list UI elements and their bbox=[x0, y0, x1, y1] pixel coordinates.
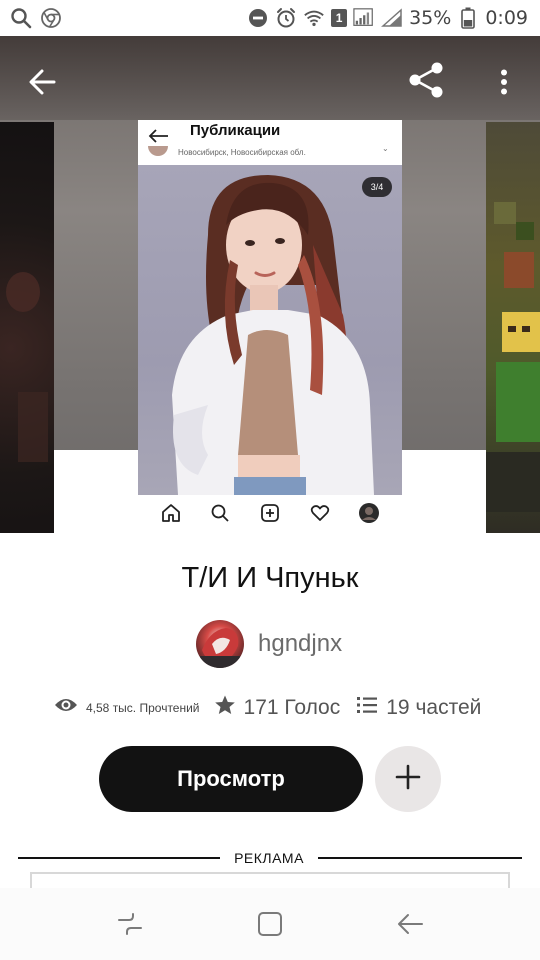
search-icon bbox=[10, 7, 32, 29]
eye-icon bbox=[54, 696, 78, 719]
add-to-library-button[interactable] bbox=[375, 746, 441, 812]
battery-icon bbox=[457, 7, 479, 29]
list-icon bbox=[356, 695, 378, 720]
reads-stat: 4,58 тыс. Прочтений bbox=[54, 696, 200, 719]
search-icon bbox=[209, 502, 231, 524]
ad-divider-left bbox=[18, 857, 220, 859]
home-button-icon[interactable] bbox=[250, 904, 290, 944]
story-stats: 4,58 тыс. Прочтений 171 Голос 19 частей bbox=[54, 694, 481, 721]
cover-bottom-nav bbox=[138, 495, 402, 530]
story-hero: Публикации Новосибирск, Новосибирская об… bbox=[0, 36, 540, 533]
share-icon[interactable] bbox=[402, 56, 450, 104]
heart-icon bbox=[309, 502, 331, 524]
signal-icon bbox=[353, 7, 375, 29]
battery-percent: 35% bbox=[409, 7, 452, 29]
star-icon bbox=[214, 694, 236, 721]
clock: 0:09 bbox=[485, 7, 528, 29]
sim-badge: 1 bbox=[331, 9, 348, 27]
prev-story-cover[interactable] bbox=[0, 122, 54, 533]
parts-stat: 19 частей bbox=[356, 695, 481, 720]
more-vertical-icon[interactable] bbox=[486, 58, 522, 106]
votes-stat: 171 Голос bbox=[214, 694, 341, 721]
votes-count: 171 Голос bbox=[243, 695, 341, 719]
cover-location: Новосибирск, Новосибирская обл. bbox=[178, 148, 306, 157]
do-not-disturb-icon bbox=[247, 7, 269, 29]
author-name[interactable]: hgndjnx bbox=[258, 630, 342, 658]
parts-count: 19 частей bbox=[386, 695, 482, 719]
alarm-icon bbox=[275, 7, 297, 29]
home-icon bbox=[160, 502, 182, 524]
story-cover[interactable]: Публикации Новосибирск, Новосибирская об… bbox=[138, 120, 402, 530]
cover-title: Публикации bbox=[190, 122, 281, 139]
hero-toolbar bbox=[0, 36, 540, 120]
avatar[interactable] bbox=[196, 620, 244, 668]
profile-icon bbox=[358, 502, 380, 524]
back-button-icon[interactable] bbox=[390, 904, 430, 944]
plus-icon bbox=[395, 764, 421, 795]
add-post-icon bbox=[259, 502, 281, 524]
signal-icon-2 bbox=[381, 7, 403, 29]
wifi-icon bbox=[303, 7, 325, 29]
ad-divider-right bbox=[318, 857, 522, 859]
cover-back-icon bbox=[148, 128, 170, 144]
cover-avatar bbox=[148, 146, 168, 156]
arrow-left-icon[interactable] bbox=[20, 60, 64, 104]
cover-header: Публикации Новосибирск, Новосибирская об… bbox=[138, 120, 402, 164]
story-title: Т/И И Чпуньк bbox=[181, 562, 359, 594]
photo-counter: 3/4 bbox=[362, 177, 392, 197]
author[interactable]: hgndjnx bbox=[196, 620, 342, 668]
next-story-cover[interactable] bbox=[486, 122, 540, 533]
status-bar: 1 35% 0:09 bbox=[0, 0, 540, 36]
chrome-icon bbox=[40, 7, 62, 29]
cover-photo: 3/4 bbox=[138, 165, 402, 495]
reads-count: 4,58 тыс. Прочтений bbox=[86, 700, 200, 715]
chevron-down-icon: ⌄ bbox=[382, 144, 389, 153]
recent-apps-icon[interactable] bbox=[110, 904, 150, 944]
ad-label: РЕКЛАМА bbox=[234, 850, 304, 866]
view-button[interactable]: Просмотр bbox=[99, 746, 363, 812]
system-nav-bar bbox=[0, 888, 540, 960]
